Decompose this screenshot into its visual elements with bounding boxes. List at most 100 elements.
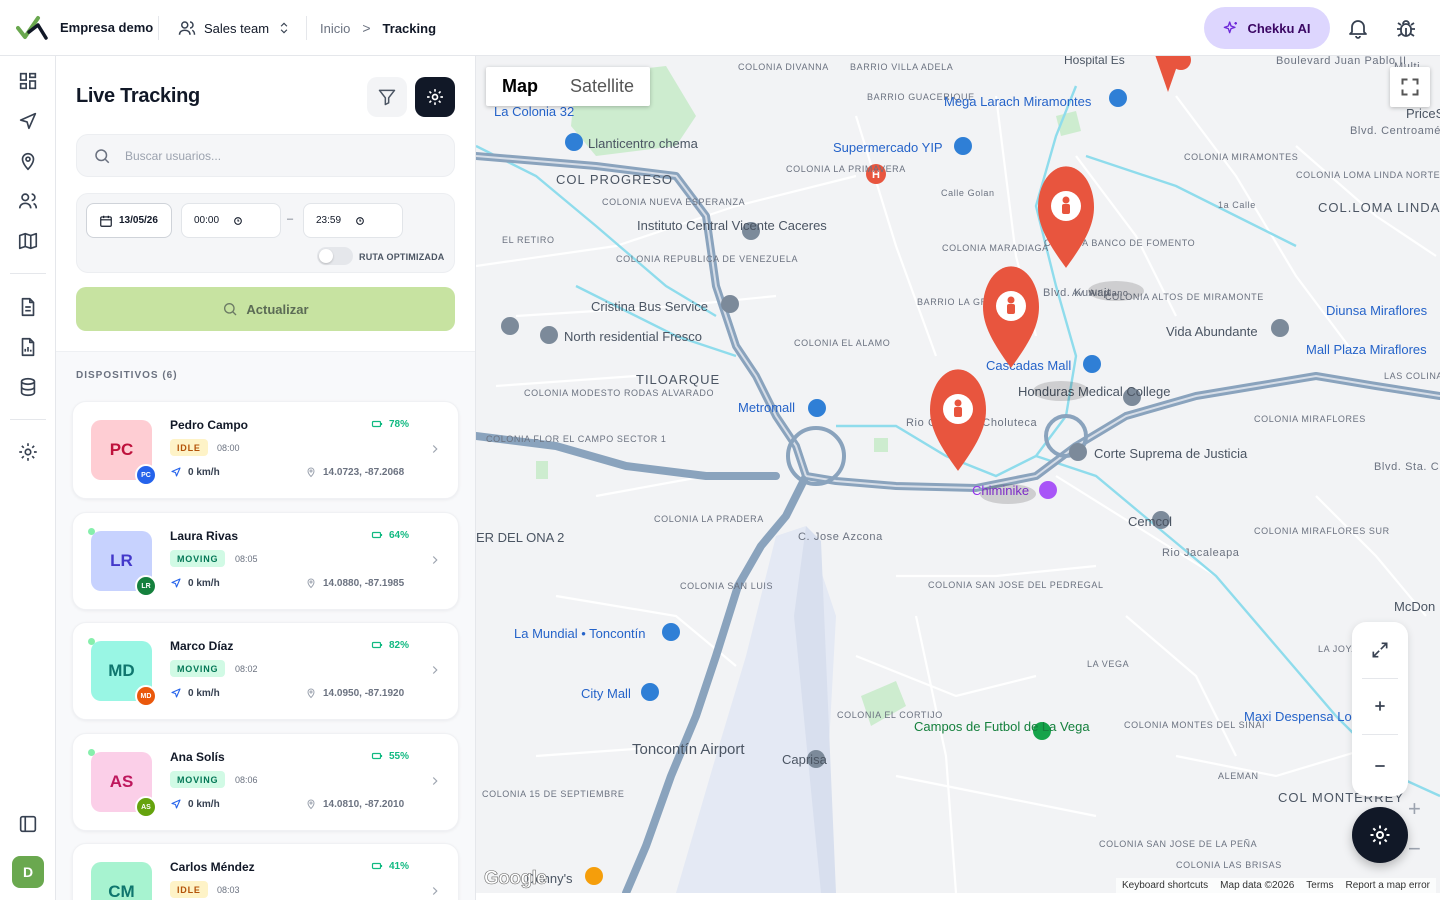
fullscreen-button[interactable]	[1390, 67, 1430, 107]
breadcrumb-separator: >	[362, 20, 371, 36]
battery-level: 41%	[371, 860, 409, 872]
update-button-label: Actualizar	[246, 301, 309, 317]
ai-assistant-button[interactable]: Chekku AI	[1204, 7, 1330, 49]
map-label: COLONIA NUEVA ESPERANZA	[602, 197, 745, 207]
users-icon[interactable]	[17, 190, 39, 212]
navigation-icon	[171, 467, 181, 477]
team-selector[interactable]: Sales team	[178, 16, 291, 40]
device-card[interactable]: PC PC Pedro Campo IDLE 08:00 78% 0 km/h 14.0723…	[72, 401, 459, 499]
map-canvas[interactable]: H COLONIA DIVANNA BARRIO VILLA ADELABARRI…	[476, 56, 1440, 893]
update-button[interactable]: Actualizar	[76, 287, 455, 331]
rail-divider	[10, 273, 46, 274]
map-label: Instituto Central Vicente Caceres	[637, 218, 827, 233]
start-time-value: 00:00	[194, 215, 220, 226]
map-label: COLONIA MIRAFLORES	[1254, 414, 1366, 424]
status-badge: MOVING	[170, 771, 226, 788]
sparkle-icon	[1224, 21, 1238, 34]
native-zoom-in-icon[interactable]: +	[1408, 796, 1421, 822]
map-label: Mall Plaza Miraflores	[1306, 342, 1427, 357]
google-logo: Google	[484, 868, 548, 890]
zoom-in-button[interactable]	[1366, 692, 1394, 720]
map-label: COLONIA 15 DE SEPTIEMBRE	[482, 789, 624, 799]
top-bar: Empresa demo Sales team Inicio > Trackin…	[0, 0, 1440, 56]
coordinates-value: 14.0950, -87.1920	[323, 687, 405, 699]
last-update-time: 08:05	[235, 554, 258, 564]
tracking-panel: Live Tracking 13/05/26 00:00 – 23:59 RUT…	[56, 56, 476, 900]
battery-level: 78%	[371, 418, 409, 430]
filter-button[interactable]	[367, 77, 407, 117]
database-icon[interactable]	[17, 376, 39, 398]
map-label: COLONIA MIRAMONTES	[1184, 152, 1298, 162]
panel-settings-button[interactable]	[415, 77, 455, 117]
gear-icon	[1370, 825, 1390, 845]
map-label: COLONIA MARADIAGA	[942, 243, 1049, 253]
battery-value: 41%	[389, 860, 410, 872]
devices-count-label: DISPOSITIVOS (6)	[76, 370, 178, 381]
map-controls	[1352, 622, 1408, 796]
start-time-field[interactable]: 00:00	[181, 203, 281, 238]
map-label: North residential Fresco	[564, 329, 702, 344]
device-coordinates: 14.0723, -87.2068	[305, 466, 404, 478]
dashboard-icon[interactable]	[17, 70, 39, 92]
chevron-right-icon	[432, 556, 438, 564]
map-type-map[interactable]: Map	[486, 67, 554, 106]
document-icon[interactable]	[17, 296, 39, 318]
map-label: Llanticentro chema	[588, 136, 699, 151]
date-value: 13/05/26	[119, 215, 158, 226]
map-label: Diunsa Miraflores	[1326, 303, 1428, 318]
map-icon[interactable]	[17, 230, 39, 252]
bottom-strip	[476, 893, 1440, 900]
device-name: Pedro Campo	[170, 418, 249, 432]
speed-value: 0 km/h	[188, 798, 220, 810]
map-label: COLONIA SAN LUIS	[680, 581, 773, 591]
terms-link[interactable]: Terms	[1306, 880, 1333, 891]
device-card[interactable]: CMCMCarlos MéndezIDLE08:0341%	[72, 843, 459, 900]
divider	[1362, 734, 1398, 735]
location-pin-icon[interactable]	[17, 150, 39, 172]
device-avatar-mini: LR	[135, 575, 157, 597]
user-avatar[interactable]: D	[12, 856, 44, 888]
zoom-out-button[interactable]	[1366, 752, 1394, 780]
search-input[interactable]	[125, 148, 425, 163]
optimized-route-toggle[interactable]	[317, 247, 353, 265]
map-type-satellite[interactable]: Satellite	[554, 67, 650, 106]
location-pin-icon	[307, 688, 315, 699]
map-label: EL RETIRO	[502, 235, 555, 245]
native-zoom-out-icon[interactable]: −	[1408, 836, 1421, 862]
map-settings-button[interactable]	[1352, 807, 1408, 863]
map-label: Campos de Futbol de La Vega	[914, 719, 1090, 734]
battery-value: 78%	[389, 418, 410, 430]
navigation-icon	[171, 799, 181, 809]
breadcrumb-home[interactable]: Inicio	[320, 21, 350, 36]
battery-icon	[371, 752, 383, 760]
logo-icon[interactable]	[16, 14, 48, 42]
status-badge: IDLE	[170, 439, 208, 456]
device-card[interactable]: AS AS Ana Solís MOVING 08:06 55% 0 km/h 14.0810…	[72, 733, 459, 831]
navigation-icon	[171, 578, 181, 588]
keyboard-shortcuts-link[interactable]: Keyboard shortcuts	[1122, 880, 1208, 891]
device-card[interactable]: LR LR Laura Rivas MOVING 08:05 64% 0 km/h 14.08…	[72, 512, 459, 610]
last-update-time: 08:00	[217, 443, 240, 453]
battery-level: 82%	[371, 639, 409, 651]
device-speed: 0 km/h	[170, 577, 220, 589]
navigation-icon[interactable]	[17, 110, 39, 132]
chevron-right-icon	[432, 666, 438, 674]
report-icon[interactable]	[17, 336, 39, 358]
bug-icon[interactable]	[1394, 16, 1418, 40]
ai-button-label: Chekku AI	[1247, 20, 1311, 36]
report-error-link[interactable]: Report a map error	[1346, 880, 1430, 891]
map-label: Cemcol	[1128, 514, 1172, 529]
date-picker[interactable]: 13/05/26	[86, 203, 172, 238]
device-card[interactable]: MD MD Marco Díaz MOVING 08:02 82% 0 km/h 14.095…	[72, 622, 459, 720]
end-time-field[interactable]: 23:59	[303, 203, 403, 238]
device-speed: 0 km/h	[170, 687, 220, 699]
map-view[interactable]: H COLONIA DIVANNA BARRIO VILLA ADELA BARRI…	[476, 56, 1440, 893]
expand-map-button[interactable]	[1366, 636, 1394, 664]
map-label: Mega Larach Miramontes	[944, 94, 1092, 109]
device-coordinates: 14.0810, -87.2010	[305, 798, 404, 810]
sidebar-toggle-icon[interactable]	[17, 813, 39, 835]
settings-icon[interactable]	[17, 441, 39, 463]
map-label: La Colonia 32	[494, 104, 574, 119]
map-label: PriceS	[1406, 106, 1440, 121]
bell-icon[interactable]	[1346, 16, 1370, 40]
